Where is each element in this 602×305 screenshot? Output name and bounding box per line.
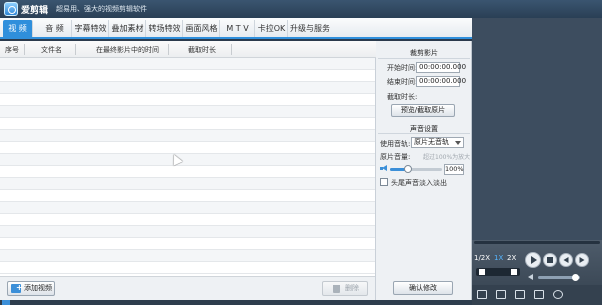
volume-slider-knob[interactable] [404,165,413,173]
save-icon[interactable] [515,290,525,299]
main-tab-bar: 视 频 音 频 字幕特效 叠加素材 转场特效 画面风格 M T V 卡拉OK 升… [0,18,472,39]
preview-clip-button[interactable]: 预览/截取原片 [391,104,455,117]
speed-2x-button[interactable]: 2X [507,254,516,262]
player-volume-knob[interactable] [572,274,580,281]
start-time-label: 开始时间: [387,64,418,72]
table-row[interactable] [0,142,375,154]
tab-overlay-materials[interactable]: 叠加素材 [110,20,146,37]
delete-label: 删除 [345,284,359,292]
app-slogan: 超易用、强大的视频剪辑软件 [56,5,147,13]
add-video-button[interactable]: 添加视频 [7,281,55,296]
clip-table-header: 序号 文件名 在最终影片中的时间 截取时长 [0,41,376,58]
player-controls: 1/2X 1X 2X [472,240,602,285]
play-icon [531,256,537,264]
clip-section-title: 裁剪影片 [410,49,438,57]
end-time-label: 结束时间: [387,78,418,86]
tab-transitions[interactable]: 转场特效 [147,20,183,37]
volume-hint: 超过100%为放大 [423,154,471,161]
fade-in-out-label[interactable]: 头尾声音淡入淡出 [391,178,447,188]
next-frame-icon [579,257,585,263]
table-row[interactable] [0,250,375,262]
table-row[interactable] [0,262,375,274]
speaker-icon[interactable] [380,165,388,172]
table-row[interactable] [0,58,375,70]
table-row[interactable] [0,178,375,190]
table-row[interactable] [0,238,375,250]
column-index[interactable]: 序号 [5,45,19,55]
help-icon[interactable] [534,290,544,299]
tab-audio[interactable]: 音 频 [38,20,72,37]
taskbar-app-icon [2,300,10,305]
fade-in-out-checkbox[interactable] [380,178,388,186]
tab-picture-style[interactable]: 画面风格 [184,20,220,37]
column-timeline-position[interactable]: 在最终影片中的时间 [96,45,159,55]
column-clip-duration[interactable]: 截取时长 [188,45,216,55]
jog-slider[interactable] [476,268,520,276]
playback-progress-bar[interactable] [474,241,600,244]
volume-value-input[interactable]: 100% [444,164,464,175]
previous-frame-icon [563,257,569,263]
source-volume-label: 原片音量: [380,153,411,161]
tab-upgrade-service[interactable]: 升级与服务 [289,20,331,37]
preview-toolbar [472,285,602,305]
table-row[interactable] [0,130,375,142]
stop-icon [547,257,553,263]
previous-frame-button[interactable] [559,253,573,267]
table-row[interactable] [0,118,375,130]
speed-1x-button[interactable]: 1X [494,254,503,262]
fullscreen-icon[interactable] [477,290,487,299]
speed-half-button[interactable]: 1/2X [474,254,490,262]
table-row[interactable] [0,190,375,202]
open-folder-icon[interactable] [496,290,506,299]
tab-subtitle-effects[interactable]: 字幕特效 [73,20,109,37]
table-row[interactable] [0,94,375,106]
table-row[interactable] [0,214,375,226]
trash-icon [333,285,340,293]
title-bar: 爱剪辑 超易用、强大的视频剪辑软件 [0,0,602,18]
start-time-input[interactable]: 00:00:00.000 [416,62,466,73]
share-icon[interactable] [553,290,563,299]
video-preview-area[interactable] [472,18,602,240]
audio-track-select[interactable]: 原片无音轨 [411,137,464,148]
audio-track-label: 使用音轨: [380,140,411,148]
confirm-changes-button[interactable]: 确认修改 [393,281,453,295]
table-row[interactable] [0,82,375,94]
bottom-strip [0,300,472,305]
tab-mtv[interactable]: M T V [221,20,255,37]
tab-karaoke[interactable]: 卡拉OK [256,20,288,37]
play-button[interactable] [525,252,541,268]
clip-list-footer: 添加视频 删除 [0,276,375,300]
source-volume-slider[interactable] [390,165,442,173]
table-row[interactable] [0,202,375,214]
add-video-icon [11,284,23,293]
tab-video[interactable]: 视 频 [3,20,33,37]
add-video-label: 添加视频 [24,284,52,292]
clip-table-body[interactable] [0,58,375,274]
delete-button[interactable]: 删除 [322,281,368,296]
next-frame-button[interactable] [575,253,589,267]
table-row[interactable] [0,226,375,238]
table-row[interactable] [0,70,375,82]
app-name: 爱剪辑 [21,6,49,16]
table-row[interactable] [0,154,375,166]
clip-settings-panel: 裁剪影片 开始时间: 00:00:00.000 结束时间: 00:00:00.0… [376,41,472,300]
player-volume-icon[interactable] [528,274,536,281]
end-time-input[interactable]: 00:00:00.000 [416,76,466,87]
clip-list-panel: 序号 文件名 在最终影片中的时间 截取时长 添加视频 [0,41,376,300]
stop-button[interactable] [543,253,557,267]
app-logo-icon [4,2,18,16]
duration-label: 截取时长: [387,93,418,101]
table-row[interactable] [0,106,375,118]
column-filename[interactable]: 文件名 [41,45,62,55]
table-row[interactable] [0,166,375,178]
